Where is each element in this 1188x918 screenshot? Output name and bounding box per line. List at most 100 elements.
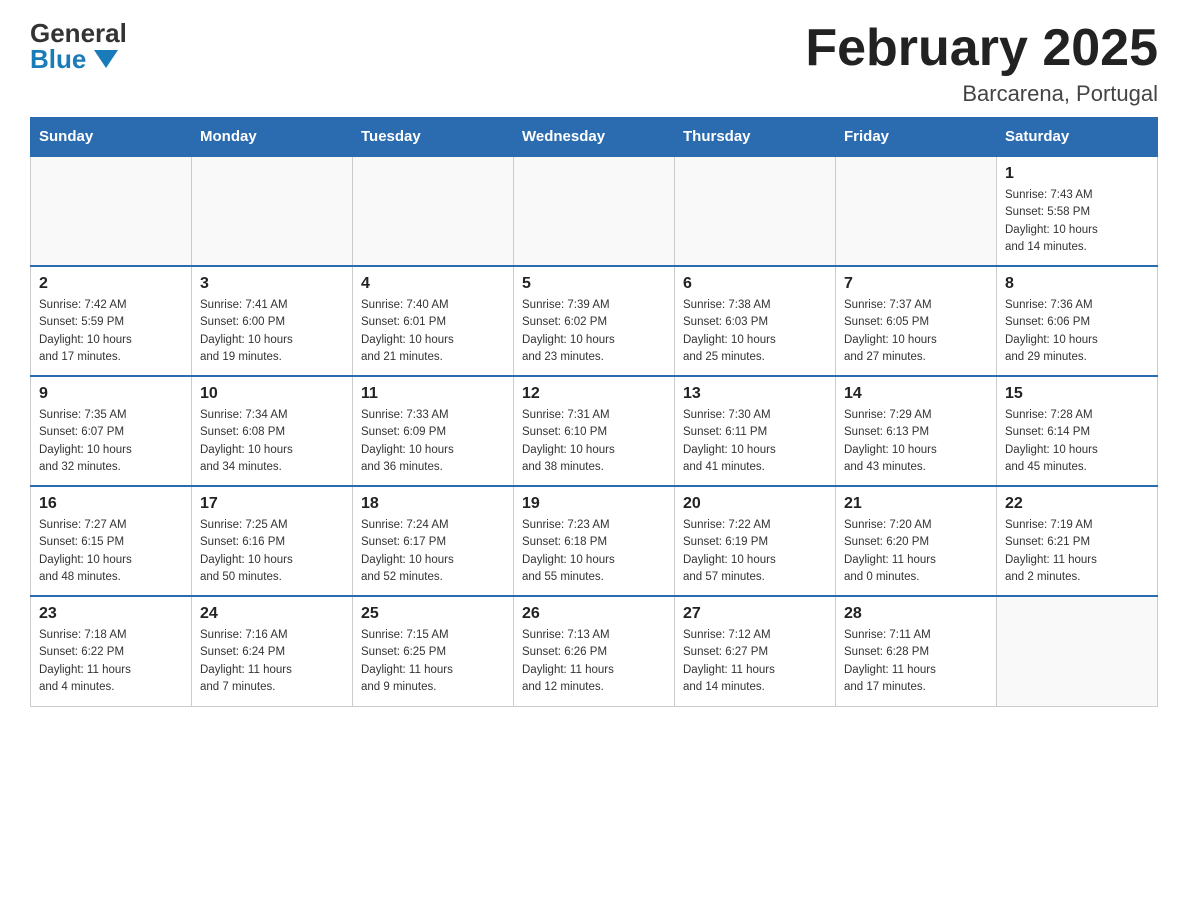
calendar-cell: 15 Sunrise: 7:28 AM Sunset: 6:14 PM Dayli… — [997, 376, 1158, 486]
calendar-week-2: 9Sunrise: 7:35 AM Sunset: 6:07 PM Daylig… — [31, 376, 1158, 486]
calendar-cell: 21 Sunrise: 7:20 AM Sunset: 6:20 PM Dayli… — [836, 486, 997, 596]
col-saturday: Saturday — [997, 118, 1158, 157]
day-info: Sunrise: 7:40 AM Sunset: 6:01 PM Dayligh… — [361, 297, 505, 366]
calendar-cell: 18 Sunrise: 7:24 AM Sunset: 6:17 PM Dayli… — [353, 486, 514, 596]
calendar-cell — [353, 156, 514, 266]
day-number: 2 — [39, 275, 183, 293]
location-text: Barcarena, Portugal — [805, 81, 1158, 107]
day-number: 13 — [683, 385, 827, 403]
calendar-body: 1Sunrise: 7:43 AM Sunset: 5:58 PM Daylig… — [31, 156, 1158, 706]
col-sunday: Sunday — [31, 118, 192, 157]
day-info: Sunrise: 7:20 AM Sunset: 6:20 PM Dayligh… — [844, 517, 988, 586]
calendar-cell — [675, 156, 836, 266]
calendar-cell: 9Sunrise: 7:35 AM Sunset: 6:07 PM Daylig… — [31, 376, 192, 486]
day-number: 25 — [361, 605, 505, 623]
logo-blue-text: Blue — [30, 46, 86, 72]
day-number: 12 — [522, 385, 666, 403]
day-info: Sunrise: 7:42 AM Sunset: 5:59 PM Dayligh… — [39, 297, 183, 366]
day-number: 17 — [200, 495, 344, 513]
calendar-cell — [31, 156, 192, 266]
calendar-cell: 13 Sunrise: 7:30 AM Sunset: 6:11 PM Dayli… — [675, 376, 836, 486]
month-title: February 2025 — [805, 20, 1158, 77]
day-number: 8 — [1005, 275, 1149, 293]
day-number: 6 — [683, 275, 827, 293]
calendar-table: Sunday Monday Tuesday Wednesday Thursday… — [30, 117, 1158, 707]
day-info: Sunrise: 7:31 AM Sunset: 6:10 PM Dayligh… — [522, 407, 666, 476]
day-number: 11 — [361, 385, 505, 403]
day-number: 15 — [1005, 385, 1149, 403]
col-tuesday: Tuesday — [353, 118, 514, 157]
calendar-week-1: 2 Sunrise: 7:42 AM Sunset: 5:59 PM Daylig… — [31, 266, 1158, 376]
calendar-week-0: 1Sunrise: 7:43 AM Sunset: 5:58 PM Daylig… — [31, 156, 1158, 266]
day-info: Sunrise: 7:27 AM Sunset: 6:15 PM Dayligh… — [39, 517, 183, 586]
calendar-cell: 20Sunrise: 7:22 AM Sunset: 6:19 PM Dayli… — [675, 486, 836, 596]
day-info: Sunrise: 7:15 AM Sunset: 6:25 PM Dayligh… — [361, 627, 505, 696]
calendar-cell: 6 Sunrise: 7:38 AM Sunset: 6:03 PM Daylig… — [675, 266, 836, 376]
day-number: 18 — [361, 495, 505, 513]
day-info: Sunrise: 7:30 AM Sunset: 6:11 PM Dayligh… — [683, 407, 827, 476]
calendar-cell: 25 Sunrise: 7:15 AM Sunset: 6:25 PM Dayli… — [353, 596, 514, 706]
day-number: 19 — [522, 495, 666, 513]
day-number: 10 — [200, 385, 344, 403]
day-info: Sunrise: 7:23 AM Sunset: 6:18 PM Dayligh… — [522, 517, 666, 586]
calendar-cell: 7Sunrise: 7:37 AM Sunset: 6:05 PM Daylig… — [836, 266, 997, 376]
day-info: Sunrise: 7:28 AM Sunset: 6:14 PM Dayligh… — [1005, 407, 1149, 476]
logo-blue-row: Blue — [30, 46, 118, 72]
day-info: Sunrise: 7:33 AM Sunset: 6:09 PM Dayligh… — [361, 407, 505, 476]
calendar-cell: 8Sunrise: 7:36 AM Sunset: 6:06 PM Daylig… — [997, 266, 1158, 376]
day-number: 28 — [844, 605, 988, 623]
day-number: 21 — [844, 495, 988, 513]
calendar-cell — [836, 156, 997, 266]
calendar-cell: 4 Sunrise: 7:40 AM Sunset: 6:01 PM Daylig… — [353, 266, 514, 376]
day-number: 22 — [1005, 495, 1149, 513]
calendar-cell: 28 Sunrise: 7:11 AM Sunset: 6:28 PM Dayli… — [836, 596, 997, 706]
day-info: Sunrise: 7:38 AM Sunset: 6:03 PM Dayligh… — [683, 297, 827, 366]
day-info: Sunrise: 7:18 AM Sunset: 6:22 PM Dayligh… — [39, 627, 183, 696]
calendar-cell: 23 Sunrise: 7:18 AM Sunset: 6:22 PM Dayli… — [31, 596, 192, 706]
day-number: 16 — [39, 495, 183, 513]
logo-triangle-icon — [94, 50, 118, 68]
calendar-cell: 11 Sunrise: 7:33 AM Sunset: 6:09 PM Dayli… — [353, 376, 514, 486]
day-info: Sunrise: 7:13 AM Sunset: 6:26 PM Dayligh… — [522, 627, 666, 696]
calendar-cell: 10 Sunrise: 7:34 AM Sunset: 6:08 PM Dayli… — [192, 376, 353, 486]
col-monday: Monday — [192, 118, 353, 157]
calendar-cell: 1Sunrise: 7:43 AM Sunset: 5:58 PM Daylig… — [997, 156, 1158, 266]
day-number: 5 — [522, 275, 666, 293]
day-info: Sunrise: 7:34 AM Sunset: 6:08 PM Dayligh… — [200, 407, 344, 476]
calendar-cell: 3Sunrise: 7:41 AM Sunset: 6:00 PM Daylig… — [192, 266, 353, 376]
day-number: 14 — [844, 385, 988, 403]
calendar-cell: 26 Sunrise: 7:13 AM Sunset: 6:26 PM Dayli… — [514, 596, 675, 706]
day-info: Sunrise: 7:19 AM Sunset: 6:21 PM Dayligh… — [1005, 517, 1149, 586]
calendar-cell: 12 Sunrise: 7:31 AM Sunset: 6:10 PM Dayli… — [514, 376, 675, 486]
day-number: 9 — [39, 385, 183, 403]
calendar-header: Sunday Monday Tuesday Wednesday Thursday… — [31, 118, 1158, 157]
day-info: Sunrise: 7:43 AM Sunset: 5:58 PM Dayligh… — [1005, 187, 1149, 256]
day-info: Sunrise: 7:16 AM Sunset: 6:24 PM Dayligh… — [200, 627, 344, 696]
day-info: Sunrise: 7:24 AM Sunset: 6:17 PM Dayligh… — [361, 517, 505, 586]
day-number: 4 — [361, 275, 505, 293]
title-block: February 2025 Barcarena, Portugal — [805, 20, 1158, 107]
day-info: Sunrise: 7:29 AM Sunset: 6:13 PM Dayligh… — [844, 407, 988, 476]
day-number: 27 — [683, 605, 827, 623]
calendar-cell: 24Sunrise: 7:16 AM Sunset: 6:24 PM Dayli… — [192, 596, 353, 706]
day-info: Sunrise: 7:11 AM Sunset: 6:28 PM Dayligh… — [844, 627, 988, 696]
col-thursday: Thursday — [675, 118, 836, 157]
header-row: Sunday Monday Tuesday Wednesday Thursday… — [31, 118, 1158, 157]
day-info: Sunrise: 7:25 AM Sunset: 6:16 PM Dayligh… — [200, 517, 344, 586]
calendar-week-4: 23 Sunrise: 7:18 AM Sunset: 6:22 PM Dayli… — [31, 596, 1158, 706]
calendar-cell: 14 Sunrise: 7:29 AM Sunset: 6:13 PM Dayli… — [836, 376, 997, 486]
col-wednesday: Wednesday — [514, 118, 675, 157]
day-info: Sunrise: 7:41 AM Sunset: 6:00 PM Dayligh… — [200, 297, 344, 366]
calendar-cell: 22 Sunrise: 7:19 AM Sunset: 6:21 PM Dayli… — [997, 486, 1158, 596]
day-number: 23 — [39, 605, 183, 623]
day-number: 7 — [844, 275, 988, 293]
calendar-cell: 2 Sunrise: 7:42 AM Sunset: 5:59 PM Daylig… — [31, 266, 192, 376]
logo: General Blue — [30, 20, 127, 72]
calendar-cell: 17 Sunrise: 7:25 AM Sunset: 6:16 PM Dayli… — [192, 486, 353, 596]
calendar-cell: 27 Sunrise: 7:12 AM Sunset: 6:27 PM Dayli… — [675, 596, 836, 706]
day-info: Sunrise: 7:22 AM Sunset: 6:19 PM Dayligh… — [683, 517, 827, 586]
calendar-cell: 5Sunrise: 7:39 AM Sunset: 6:02 PM Daylig… — [514, 266, 675, 376]
day-info: Sunrise: 7:12 AM Sunset: 6:27 PM Dayligh… — [683, 627, 827, 696]
day-number: 26 — [522, 605, 666, 623]
calendar-cell — [192, 156, 353, 266]
